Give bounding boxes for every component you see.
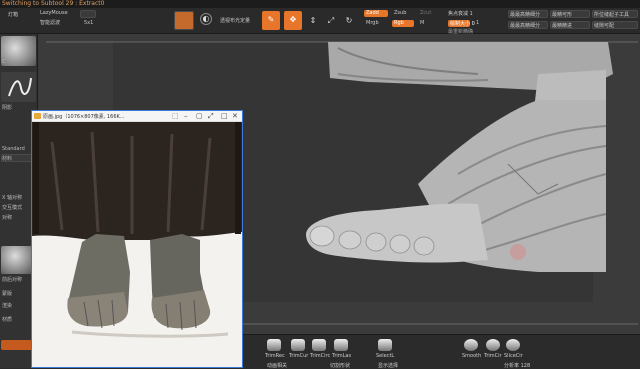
trim-curve-icon[interactable] <box>291 339 305 351</box>
m-button[interactable]: M <box>420 20 424 26</box>
zsub-button[interactable]: Zsub <box>394 10 406 16</box>
move-icon[interactable]: ⇕ <box>306 16 320 26</box>
scale-icon[interactable]: ⤢ <box>324 16 338 26</box>
left-label-8: 蒙版 <box>2 291 13 297</box>
lazy-radius-slider[interactable] <box>80 10 96 18</box>
maximize-icon[interactable]: □ <box>221 112 228 121</box>
trim-circle-icon[interactable] <box>312 339 326 351</box>
left-label-0: C <box>2 59 6 65</box>
reference-painting <box>32 122 242 367</box>
subdiv-label-3: 所位缝起子工具 <box>594 12 630 18</box>
left-label-2: Standard <box>2 146 25 152</box>
image-file-icon <box>34 113 41 119</box>
tool-label-5[interactable]: Smooth <box>462 353 481 359</box>
subdiv-label-4: 最最高精细分 <box>510 23 541 29</box>
subdiv-label-6: 缝隙可配 <box>594 23 615 29</box>
lazymouse-sub: 智能滤波 <box>40 20 61 26</box>
left-label-10: 材质 <box>2 317 13 323</box>
focal-shift-label[interactable]: 焦点衰减 1 <box>448 10 473 17</box>
tool-label-7[interactable]: SliceCir <box>504 353 523 359</box>
top-toolbar: 灯箱 LazyMouse 智能滤波 5x1 ◐ 透视布光定量 ✎ ✥ ⇕ ⤢ ↻… <box>0 8 640 35</box>
left-label-5: 交互模式 <box>2 205 23 211</box>
subdiv-label-5: 最精精进 <box>552 23 573 29</box>
close-icon[interactable]: ✕ <box>232 112 238 121</box>
tool-label-6[interactable]: TrimCir <box>484 353 502 359</box>
zadd-label: Zadd <box>366 10 379 16</box>
fullscreen-icon[interactable]: ⤢ <box>208 112 214 121</box>
perspective-icon[interactable]: ◐ <box>200 13 212 25</box>
minimize-icon[interactable]: – <box>184 112 188 121</box>
subdiv-label-2: 最精可形 <box>552 12 573 18</box>
image-viewer-window[interactable]: 原画.jpg（1076×807像素, 166K... ⬚ – ▢ ⤢ □ ✕ <box>31 110 243 368</box>
brush-preview[interactable] <box>1 36 36 66</box>
subdiv-label-1: 最最高精细分 <box>510 12 541 18</box>
tool-label-4[interactable]: SelectL <box>376 353 394 359</box>
left-label-4: X 轴对称 <box>2 195 23 201</box>
stroke-preview[interactable] <box>1 72 36 102</box>
rotate-icon[interactable]: ↻ <box>342 16 356 26</box>
focal-value: 1 <box>476 20 480 26</box>
left-label-3: 材料 <box>2 156 13 162</box>
mrgb-button[interactable]: Mrgb <box>366 20 379 26</box>
stroke-icon <box>8 77 32 97</box>
trim-lasso-icon[interactable] <box>334 339 348 351</box>
left-label-9: 渲染 <box>2 303 13 309</box>
perspective-label: 透视布光定量 <box>220 18 251 24</box>
restore-icon[interactable]: ▢ <box>196 112 203 121</box>
lazy-value[interactable]: 5x1 <box>84 20 93 26</box>
lightbox-button[interactable]: 灯箱 <box>8 11 18 18</box>
title-bar: Switching to Subtool 29 : Extract0 <box>0 0 640 8</box>
left-label-7: 前后对称 <box>2 277 23 283</box>
select-lasso-icon[interactable] <box>378 339 392 351</box>
tool-label-0[interactable]: TrimRec <box>265 353 285 359</box>
zcut-button[interactable]: Zcut <box>420 10 431 16</box>
left-label-1: 阴影 <box>2 105 13 111</box>
slice-circ-icon[interactable] <box>506 339 520 351</box>
smooth-icon[interactable] <box>464 339 478 351</box>
pin-icon[interactable]: ⬚ <box>172 112 179 121</box>
tool-label-2[interactable]: TrimCirc <box>310 353 330 359</box>
image-viewer-titlebar[interactable]: 原画.jpg（1076×807像素, 166K... ⬚ – ▢ ⤢ □ ✕ <box>32 111 242 122</box>
image-viewer-title: 原画.jpg（1076×807像素, 166K... <box>43 114 125 120</box>
lazymouse-toggle[interactable]: LazyMouse <box>40 10 68 16</box>
trim-rect-icon[interactable] <box>267 339 281 351</box>
title-text: Switching to Subtool 29 : Extract0 <box>2 0 105 7</box>
draw-size-label: 绘制大小 0 <box>450 21 475 27</box>
material-swatch[interactable] <box>174 11 194 30</box>
trim-circ-icon[interactable] <box>486 339 500 351</box>
brush-cursor <box>510 244 526 260</box>
edit-icon: ✎ <box>267 15 275 24</box>
tool-label-3[interactable]: TrimLas <box>332 353 351 359</box>
draw-icon: ✥ <box>289 15 297 24</box>
left-label-6: 对称 <box>2 215 13 221</box>
tool-label-1[interactable]: TrimCur <box>289 353 308 359</box>
rgb-label: Rgb <box>394 20 404 26</box>
